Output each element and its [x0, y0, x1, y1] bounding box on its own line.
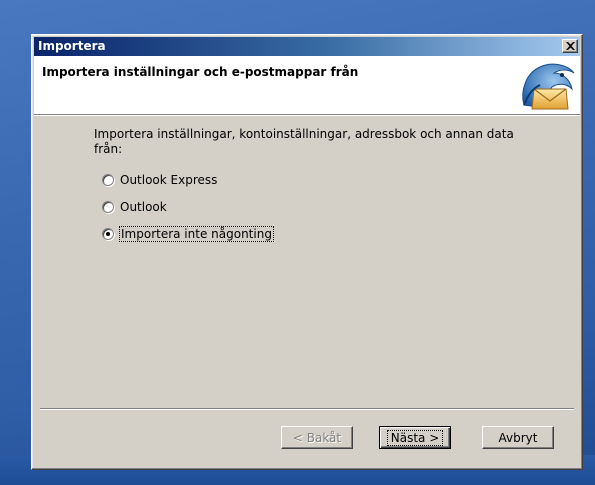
radio-outlook-express[interactable]: Outlook Express — [102, 172, 217, 188]
cancel-button-label: Avbryt — [498, 430, 538, 445]
window-title: Importera — [38, 39, 106, 53]
button-separator — [40, 408, 574, 410]
radio-label[interactable]: Outlook Express — [120, 173, 217, 187]
radio-button[interactable] — [102, 174, 114, 186]
close-icon — [566, 42, 575, 50]
title-bar[interactable]: Importera — [34, 37, 580, 56]
wizard-header: Importera inställningar och e-postmappar… — [34, 56, 580, 115]
next-button-label: Nästa > — [386, 429, 444, 446]
radio-outlook[interactable]: Outlook — [102, 199, 167, 215]
close-button[interactable] — [562, 39, 578, 53]
description-text: Importera inställningar, kontoinställnin… — [94, 127, 514, 156]
back-button-label: < Bakåt — [292, 430, 342, 445]
radio-label[interactable]: Outlook — [120, 200, 167, 214]
thunderbird-logo-icon — [522, 63, 575, 110]
radio-button-selected[interactable] — [102, 228, 114, 240]
next-button[interactable]: Nästa > — [379, 426, 451, 449]
page-heading: Importera inställningar och e-postmappar… — [42, 65, 359, 79]
back-button[interactable]: < Bakåt — [281, 426, 353, 449]
radio-button[interactable] — [102, 201, 114, 213]
radio-label[interactable]: Importera inte någonting — [119, 226, 274, 242]
import-dialog: Importera Importera inställningar och e-… — [31, 34, 583, 470]
cancel-button[interactable]: Avbryt — [482, 426, 554, 449]
radio-import-nothing[interactable]: Importera inte någonting — [102, 226, 274, 242]
